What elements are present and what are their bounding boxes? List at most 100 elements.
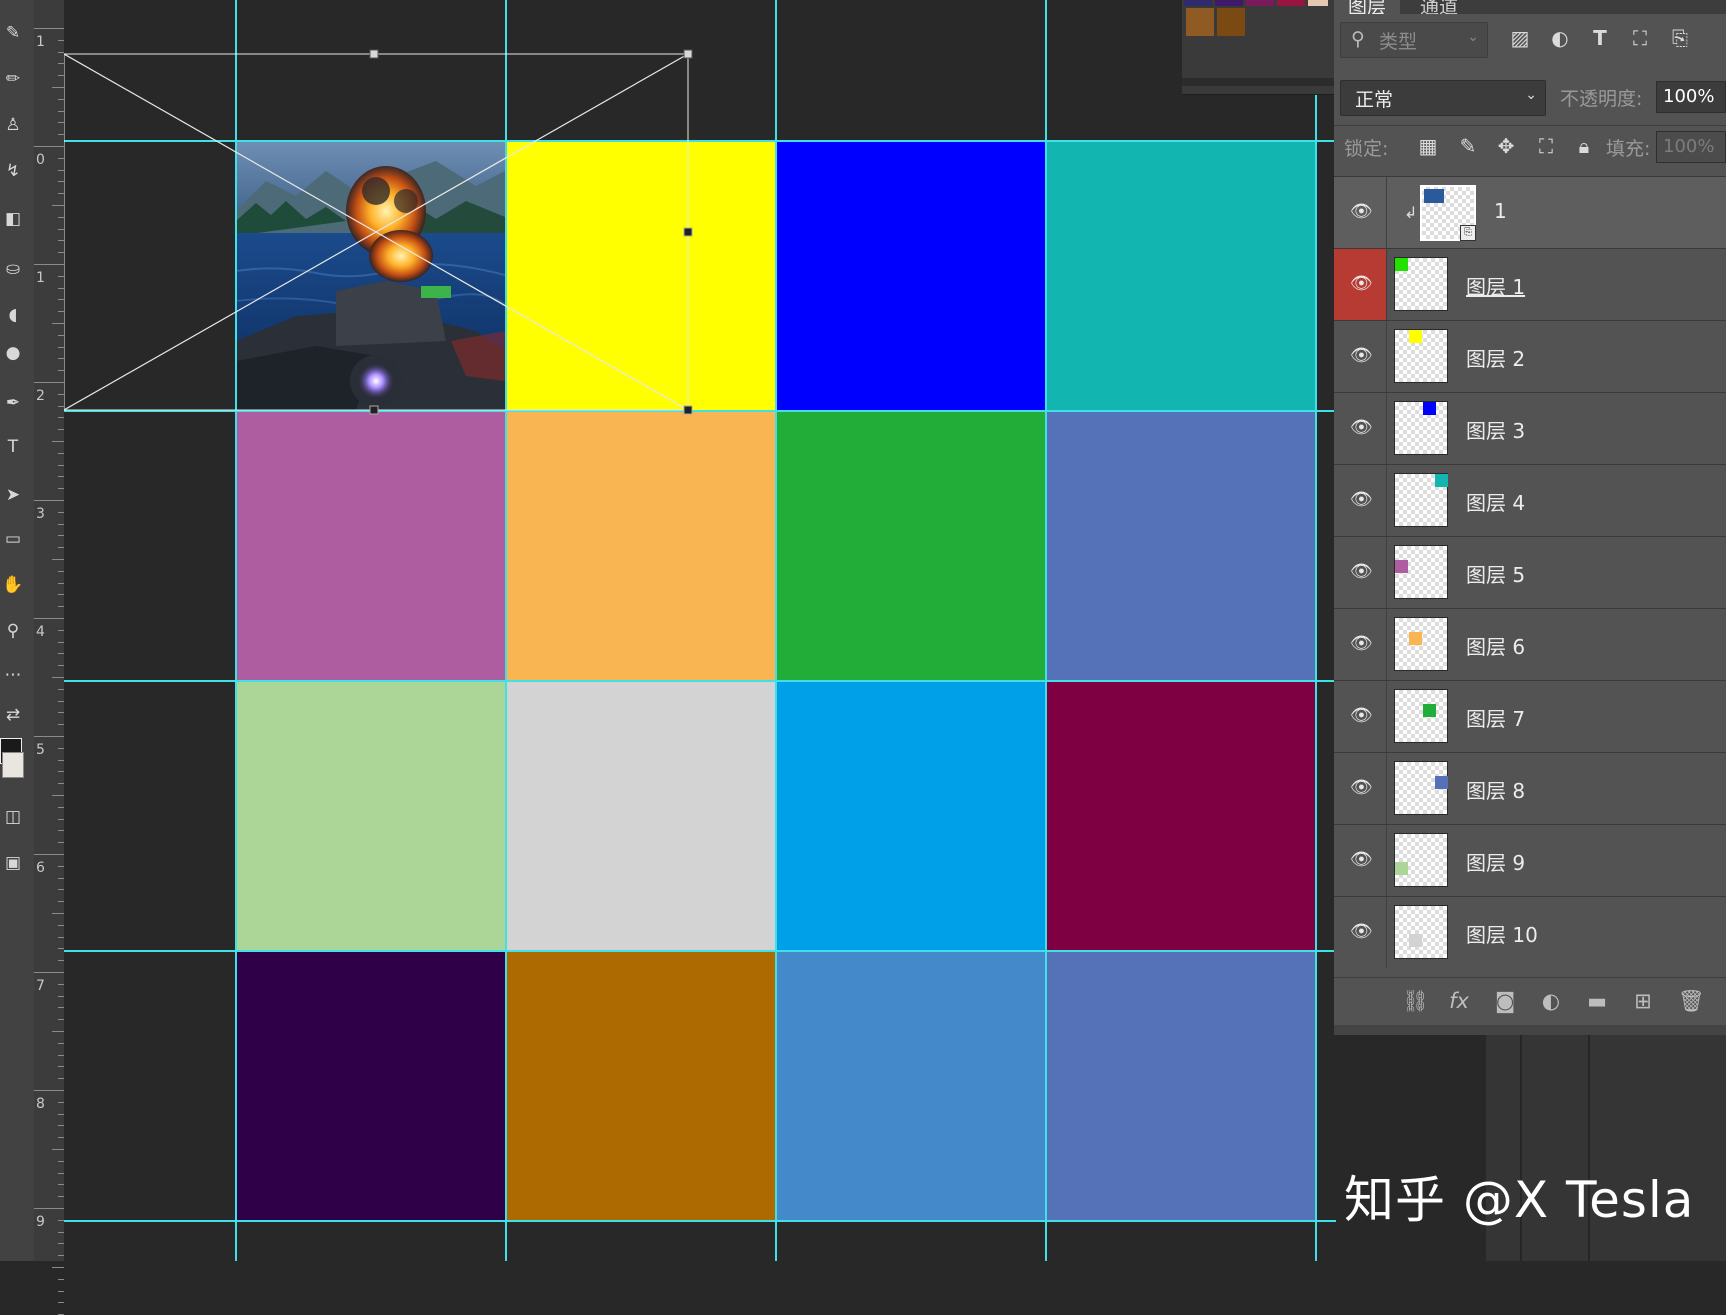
layer-style-fx-icon[interactable]: fx [1446, 988, 1472, 1014]
link-layers-icon[interactable]: ⛓ [1402, 988, 1429, 1014]
hand-tool-icon[interactable]: ✋ [2, 574, 24, 596]
layer-thumbnail[interactable] [1394, 329, 1448, 383]
document-canvas[interactable] [64, 0, 1336, 1261]
layer-row[interactable]: 👁︎ 图层 7 [1334, 680, 1726, 752]
smart-object-filter-icon[interactable]: ⎘ [1668, 26, 1692, 50]
swatch[interactable] [1186, 8, 1214, 36]
layer-name[interactable]: 图层 6 [1466, 631, 1525, 660]
transform-handle-top[interactable] [369, 49, 379, 59]
layer-name[interactable]: 图层 2 [1466, 343, 1525, 372]
layer-thumbnail[interactable] [1394, 617, 1448, 671]
visibility-toggle[interactable]: 👁︎ [1334, 537, 1387, 608]
blur-icon[interactable]: ◖ [2, 304, 24, 326]
clone-stamp-icon[interactable]: ♙ [2, 114, 24, 136]
layer-name[interactable]: 图层 1 [1466, 271, 1525, 300]
blend-mode-select[interactable]: 正常 ⌄ [1340, 80, 1546, 116]
visibility-toggle[interactable]: 👁︎ [1334, 825, 1387, 896]
quick-mask-icon[interactable]: ◫ [2, 806, 24, 828]
layer-row[interactable]: 👁︎ 图层 1 [1334, 248, 1726, 320]
path-selection-icon[interactable]: ➤ [2, 484, 24, 506]
swatch[interactable] [1217, 8, 1245, 36]
swatch[interactable] [1246, 0, 1274, 6]
rectangle-tool-icon[interactable]: ▭ [2, 528, 24, 550]
transform-handle-top-right[interactable] [683, 49, 693, 59]
visibility-toggle[interactable]: 👁︎ [1334, 609, 1387, 680]
pixel-layer-filter-icon[interactable]: ▨ [1508, 26, 1532, 50]
layer-name[interactable]: 图层 3 [1466, 415, 1525, 444]
layer-row[interactable]: 👁︎ ↲ ⎘ 1 [1334, 176, 1726, 248]
prevent-auto-nesting-icon[interactable]: ⛶ [1534, 134, 1558, 158]
paint-bucket-icon[interactable]: ⛀ [2, 258, 24, 280]
dodge-icon[interactable]: ● [2, 342, 24, 364]
type-layer-filter-icon[interactable]: T [1588, 26, 1612, 50]
layer-thumbnail[interactable] [1394, 401, 1448, 455]
visibility-toggle[interactable]: 👁︎ [1334, 321, 1387, 392]
screen-mode-icon[interactable]: ▣ [2, 852, 24, 874]
panel-resize-handle[interactable] [1334, 1025, 1726, 1035]
transform-handle-bottom-right[interactable] [683, 405, 693, 415]
type-tool-icon[interactable]: T [2, 436, 24, 458]
lock-position-icon[interactable]: ✥ [1494, 134, 1518, 158]
transform-handle-right[interactable] [683, 227, 693, 237]
lock-image-pixels-icon[interactable]: ✎ [1456, 134, 1480, 158]
adjustment-layer-filter-icon[interactable]: ◐ [1548, 26, 1572, 50]
layer-thumbnail[interactable] [1394, 761, 1448, 815]
swatch[interactable] [1184, 0, 1212, 6]
brush-icon[interactable]: ✎ [2, 22, 24, 44]
pencil-icon[interactable]: ✏ [2, 68, 24, 90]
eraser-icon[interactable]: ◧ [2, 208, 24, 230]
delete-layer-icon[interactable]: 🗑︎ [1678, 988, 1705, 1014]
layer-thumbnail[interactable] [1394, 257, 1448, 311]
zoom-tool-icon[interactable]: ⚲ [2, 620, 24, 642]
transform-bounding-box[interactable] [64, 0, 1336, 1261]
layer-name[interactable]: 图层 5 [1466, 559, 1525, 588]
lock-transparent-pixels-icon[interactable]: ▦ [1416, 134, 1440, 158]
visibility-toggle[interactable]: 👁︎ [1334, 753, 1387, 824]
layer-row[interactable]: 👁︎ 图层 6 [1334, 608, 1726, 680]
layer-row[interactable]: 👁︎ 图层 10 [1334, 896, 1726, 968]
swatch[interactable] [1308, 0, 1328, 6]
visibility-toggle[interactable]: 👁︎ [1334, 681, 1387, 752]
layer-thumbnail[interactable] [1394, 905, 1448, 959]
layer-thumbnail[interactable] [1394, 689, 1448, 743]
layer-row[interactable]: 👁︎ 图层 4 [1334, 464, 1726, 536]
layer-thumbnail[interactable] [1394, 545, 1448, 599]
layer-thumbnail[interactable]: ⎘ [1420, 185, 1476, 241]
layer-row[interactable]: 👁︎ 图层 5 [1334, 536, 1726, 608]
opacity-input[interactable]: 100% [1656, 81, 1726, 113]
layer-thumbnail[interactable] [1394, 473, 1448, 527]
visibility-toggle[interactable]: 👁︎ [1334, 177, 1387, 248]
layer-row[interactable]: 👁︎ 图层 2 [1334, 320, 1726, 392]
visibility-toggle[interactable]: 👁︎ [1334, 465, 1387, 536]
layer-name[interactable]: 图层 10 [1466, 919, 1538, 948]
more-tools-icon[interactable]: ⋯ [2, 664, 24, 686]
pen-icon[interactable]: ✒ [2, 392, 24, 414]
tab-layers[interactable]: 图层 [1334, 0, 1401, 18]
visibility-toggle[interactable]: 👁︎ [1334, 249, 1387, 320]
swatch[interactable] [1277, 0, 1305, 6]
visibility-toggle[interactable]: 👁︎ [1334, 393, 1387, 464]
visibility-toggle[interactable]: 👁︎ [1334, 897, 1387, 968]
layer-name[interactable]: 图层 8 [1466, 775, 1525, 804]
layer-filter-select[interactable]: ⚲ 类型 ⌄ [1340, 22, 1488, 58]
swap-colors-icon[interactable]: ⇄ [2, 704, 24, 726]
background-color-swatch[interactable] [2, 752, 24, 778]
layer-name[interactable]: 1 [1494, 199, 1507, 223]
add-mask-icon[interactable]: ◙ [1492, 988, 1518, 1014]
new-group-icon[interactable]: ▬ [1584, 988, 1610, 1014]
layer-name[interactable]: 图层 7 [1466, 703, 1525, 732]
swatch[interactable] [1215, 0, 1243, 6]
fill-input[interactable]: 100% [1656, 131, 1726, 163]
adjustment-layer-icon[interactable]: ◐ [1538, 988, 1564, 1014]
layer-row[interactable]: 👁︎ 图层 9 [1334, 824, 1726, 896]
history-brush-icon[interactable]: ↯ [2, 160, 24, 182]
lock-all-icon[interactable]: 🔒︎ [1572, 134, 1596, 158]
layer-thumbnail[interactable] [1394, 833, 1448, 887]
new-layer-icon[interactable]: ⊞ [1630, 988, 1656, 1014]
layer-row[interactable]: 👁︎ 图层 3 [1334, 392, 1726, 464]
layer-name[interactable]: 图层 4 [1466, 487, 1525, 516]
layer-row[interactable]: 👁︎ 图层 8 [1334, 752, 1726, 824]
layer-name[interactable]: 图层 9 [1466, 847, 1525, 876]
transform-handle-bottom[interactable] [369, 405, 379, 415]
swatches-scrollbar[interactable] [1182, 78, 1334, 86]
